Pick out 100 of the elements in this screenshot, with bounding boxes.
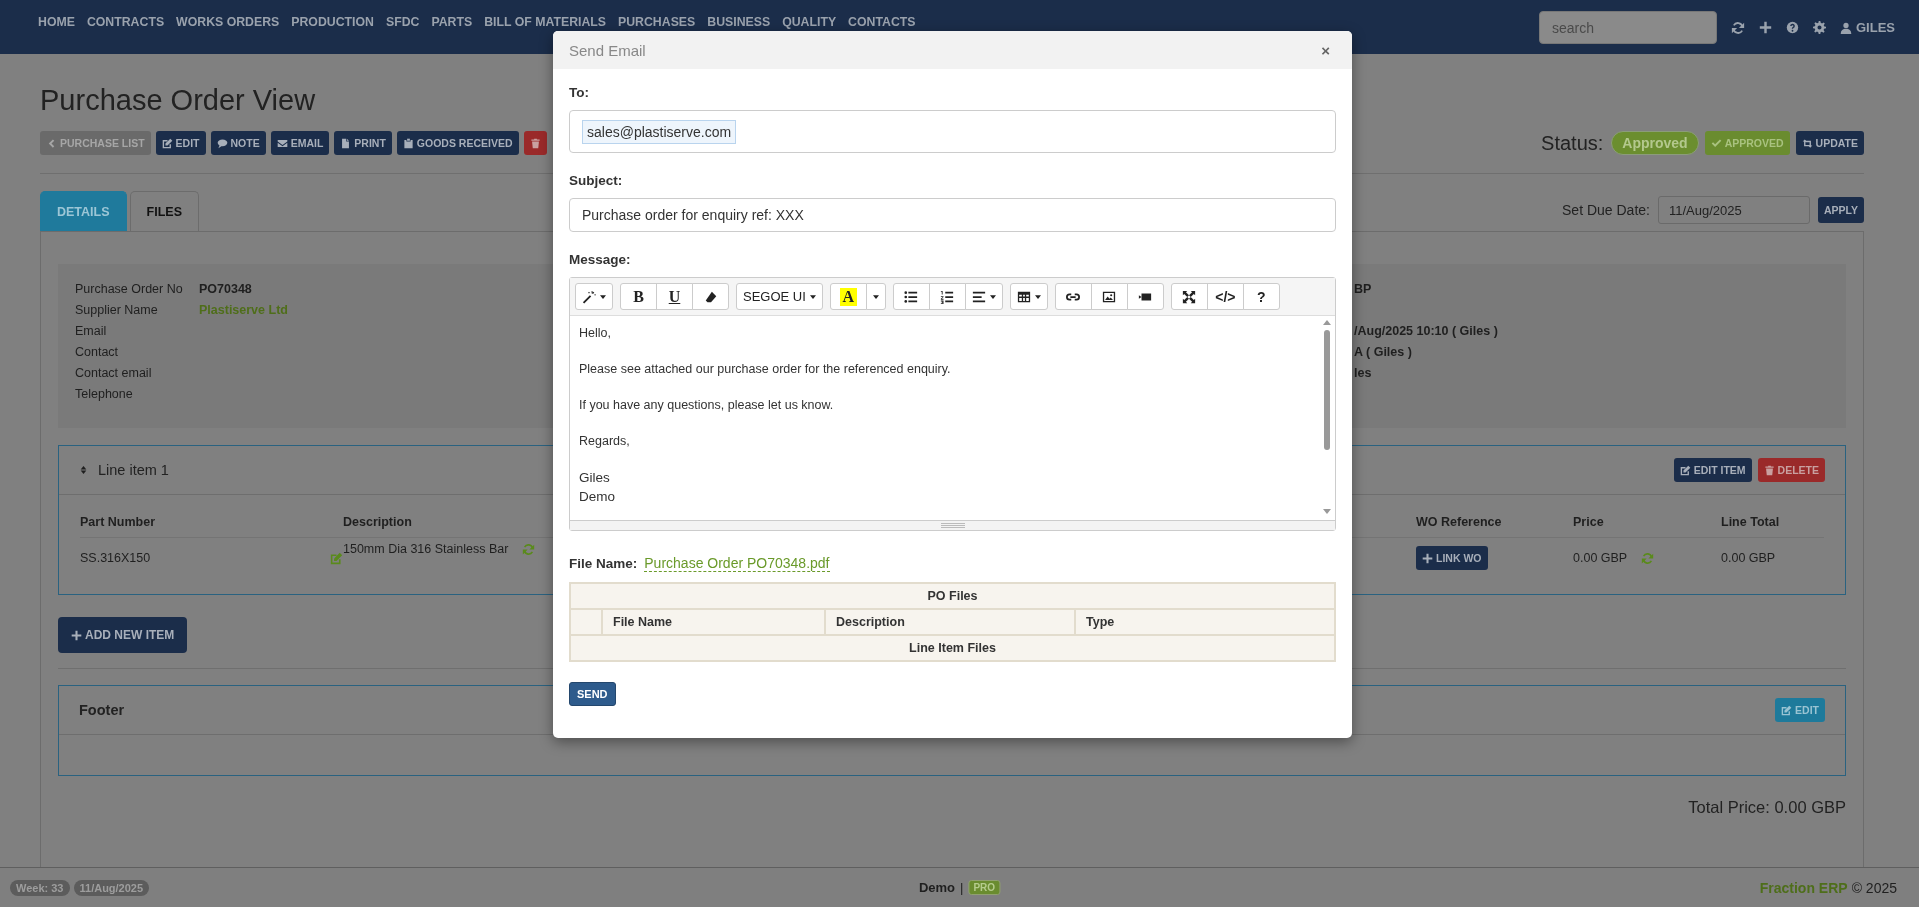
message-paragraph: If you have any questions, please let us know. <box>579 397 835 414</box>
file-name-link[interactable]: Purchase Order PO70348.pdf <box>644 555 830 572</box>
field-value: /Aug/2025 10:10 ( Giles ) <box>1354 324 1498 340</box>
field-label: Message: <box>569 252 632 267</box>
eraser-icon <box>703 289 718 304</box>
message-paragraph: Giles Demo <box>579 469 616 506</box>
nav-link[interactable]: PURCHASES <box>618 15 696 29</box>
message-paragraph: Please see attached our purchase order for the referenced enquiry. <box>579 361 952 378</box>
field-value: BP <box>1354 282 1372 298</box>
edit-item-button[interactable]: EDIT ITEM <box>1673 458 1752 482</box>
settings-icon <box>1813 21 1826 34</box>
separator: | <box>960 880 964 895</box>
nav-link[interactable]: HOME <box>38 15 75 29</box>
column-header: Price <box>1573 515 1721 538</box>
close-button[interactable]: × <box>1315 40 1336 60</box>
panel-title: Line item 1 <box>98 462 169 478</box>
field-label: Telephone <box>75 387 134 403</box>
envelope-icon <box>276 137 288 149</box>
trash-icon <box>529 137 541 149</box>
picture-icon <box>1102 289 1117 304</box>
plus-icon <box>1759 21 1772 34</box>
toolbar-button[interactable]: ? <box>1242 283 1280 310</box>
message-paragraph: Hello, <box>579 325 612 342</box>
nav-link[interactable]: QUALITY <box>782 15 837 29</box>
toolbar-button[interactable] <box>892 283 930 310</box>
nav-link[interactable]: PARTS <box>431 15 473 29</box>
refresh-icon <box>1731 20 1745 35</box>
action-button[interactable]: EDIT <box>155 131 206 155</box>
retweet-icon <box>1801 137 1813 149</box>
to-field[interactable]: sales@plastiserve.com <box>569 110 1336 153</box>
search-field[interactable]: search <box>1539 11 1717 44</box>
nav-link[interactable]: PRODUCTION <box>291 15 374 29</box>
check-icon <box>1710 137 1722 149</box>
toolbar-button[interactable] <box>928 283 966 310</box>
numbered-list-icon <box>940 289 955 304</box>
field-value: A ( Giles ) <box>1354 345 1412 361</box>
toolbar-button[interactable] <box>692 283 729 310</box>
apply-button[interactable]: APPLY <box>1817 197 1864 223</box>
week-badge: Week: 33 <box>10 879 70 896</box>
field-label: File Name: <box>569 556 638 571</box>
date-badge: 11/Aug/2025 <box>73 879 150 896</box>
file-icon <box>340 137 352 149</box>
action-button[interactable]: GOODS RECEIVED <box>396 131 519 155</box>
nav-link[interactable]: CONTACTS <box>848 15 916 29</box>
speech-bubble-icon <box>216 137 228 149</box>
panel-title: Footer <box>79 702 125 718</box>
nav-link[interactable]: WORKS ORDERS <box>176 15 280 29</box>
subject-field[interactable]: Purchase order for enquiry ref: XXX <box>569 198 1336 232</box>
sort-icon <box>79 464 88 476</box>
plus-icon <box>1422 552 1433 564</box>
toolbar-button[interactable] <box>964 283 1003 310</box>
action-button[interactable]: PRINT <box>334 131 392 155</box>
tab[interactable]: FILES <box>129 191 199 231</box>
field-label: Contact email <box>75 366 153 382</box>
add-item-button[interactable]: ADD NEW ITEM <box>58 617 188 653</box>
plus-icon <box>71 629 82 641</box>
field-label: Contact <box>75 345 120 361</box>
action-button[interactable]: EMAIL <box>270 131 330 155</box>
user-menu[interactable]: GILES <box>1840 20 1895 35</box>
send-button[interactable]: SEND <box>569 682 616 706</box>
fullscreen-icon <box>1182 289 1197 304</box>
font-dropdown[interactable]: SEGOE UI <box>736 283 823 310</box>
nav-link[interactable]: BILL OF MATERIALS <box>484 15 607 29</box>
field-label: Subject: <box>569 173 624 188</box>
column-header: Description <box>825 609 1075 635</box>
table-icon <box>1016 289 1031 304</box>
toolbar-button[interactable]: A <box>829 283 867 310</box>
due-date-field[interactable]: 11/Aug/2025 <box>1657 196 1810 224</box>
nav-link[interactable]: CONTRACTS <box>86 15 165 29</box>
toolbar-button[interactable] <box>575 283 613 310</box>
action-button[interactable]: NOTE <box>210 131 266 155</box>
update-button[interactable]: UPDATE <box>1795 131 1864 155</box>
resize-handle-icon[interactable] <box>940 523 965 528</box>
recipient-tag[interactable]: sales@plastiserve.com <box>582 119 737 144</box>
toolbar-button[interactable]: U <box>656 283 693 310</box>
toolbar-button[interactable] <box>1170 283 1208 310</box>
edit-icon <box>161 137 173 149</box>
toolbar-button[interactable]: B <box>620 283 657 310</box>
caret-icon <box>809 294 816 299</box>
table-title: PO Files <box>570 583 1335 609</box>
company-name: Demo <box>918 880 956 895</box>
link-wo-button[interactable]: LINK WO <box>1416 546 1488 570</box>
field-value: PO70348 <box>199 282 253 298</box>
toolbar-button[interactable] <box>1090 283 1128 310</box>
edit-icon <box>1679 464 1691 476</box>
delete-button[interactable]: DELETE <box>1757 458 1825 482</box>
nav-link[interactable]: SFDC <box>385 15 420 29</box>
delete-button[interactable] <box>523 131 547 155</box>
total-price: Total Price: 0.00 GBP <box>1688 798 1846 816</box>
toolbar-button[interactable] <box>1054 283 1092 310</box>
nav-link[interactable]: BUSINESS <box>707 15 771 29</box>
page-title: Purchase Order View <box>40 84 316 117</box>
column-header: File Name <box>602 609 825 635</box>
edit-icon <box>330 552 343 566</box>
table-cell: 0.00 GBP <box>1721 551 1776 565</box>
toolbar-button[interactable] <box>1009 283 1048 310</box>
caret-icon <box>872 294 879 299</box>
toolbar-button[interactable] <box>1126 283 1164 310</box>
scrollbar[interactable] <box>1321 318 1333 516</box>
toolbar-button[interactable]: </> <box>1206 283 1244 310</box>
